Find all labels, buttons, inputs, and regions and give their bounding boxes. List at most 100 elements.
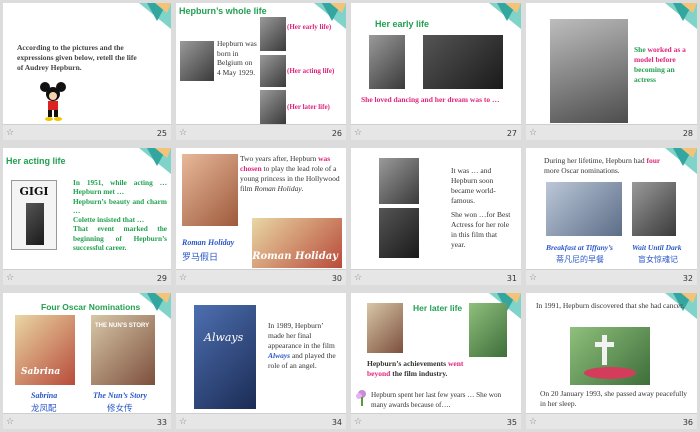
flower-icon xyxy=(355,389,369,407)
slide-number: 31 xyxy=(506,274,517,283)
text-post: more Oscar nominations. xyxy=(544,166,620,175)
text-pre: Hepburn’s achievements xyxy=(367,359,448,368)
caption-1-en: Breakfast at Tiffany’s xyxy=(546,243,613,252)
model-photo xyxy=(550,19,628,123)
slide-thumbnail-28[interactable]: She worked as a model before becoming an… xyxy=(526,3,697,140)
slide-footer: ☆ 26 xyxy=(176,124,346,140)
slide-footer: ☆ 35 xyxy=(351,413,521,429)
corner-decoration xyxy=(487,3,521,29)
film-title: Roman Holiday xyxy=(254,184,302,193)
slide-number: 32 xyxy=(682,274,693,283)
star-icon[interactable]: ☆ xyxy=(6,417,14,427)
slide-footer: ☆ 25 xyxy=(3,124,171,140)
text-end: . xyxy=(301,184,304,193)
slide-footer: ☆ 31 xyxy=(351,269,521,285)
caption-1-cn: 蒂凡尼的早餐 xyxy=(556,255,604,264)
poster-title: Roman Holiday xyxy=(252,251,338,262)
portrait-photo xyxy=(180,41,214,81)
slide-text: Two years after, Hepburn was chosen to p… xyxy=(240,154,342,194)
slide-thumbnail-27[interactable]: Her early life She loved dancing and her… xyxy=(351,3,521,140)
slide-thumbnail-26[interactable]: Hepburn’s whole life Hepburn was born in… xyxy=(176,3,346,140)
princess-photo xyxy=(182,154,238,226)
star-icon[interactable]: ☆ xyxy=(529,273,537,283)
text-highlight: four xyxy=(646,156,661,165)
slide-thumbnail-34[interactable]: Always In 1989, Hepburn’ made her final … xyxy=(176,293,346,429)
slide-thumbnail-25[interactable]: According to the pictures and the expres… xyxy=(3,3,171,140)
film-title: Always xyxy=(268,351,291,360)
star-icon[interactable]: ☆ xyxy=(179,128,187,138)
slide-thumbnail-31[interactable]: It was … and Hepburn soon became world-f… xyxy=(351,148,521,285)
label-early-life: (Her early life) xyxy=(287,23,332,31)
slide-text: According to the pictures and the expres… xyxy=(17,43,137,72)
slide-footer: ☆ 34 xyxy=(176,413,346,429)
star-icon[interactable]: ☆ xyxy=(6,273,14,283)
slide-thumbnail-36[interactable]: In 1991, Hepburn discovered that she had… xyxy=(526,293,697,429)
text-post: the film industry. xyxy=(390,369,448,378)
dance-class-photo xyxy=(423,35,503,89)
slide-number: 33 xyxy=(156,418,167,427)
caption-2-en: Wait Until Dark xyxy=(632,243,682,252)
slide-number: 28 xyxy=(682,129,693,138)
roman-holiday-poster: Roman Holiday xyxy=(252,218,342,268)
slide-thumbnail-33[interactable]: Four Oscar Nominations Sabrina THE NUN'S… xyxy=(3,293,171,429)
text-line-2: Hepburn’s beauty and charm … xyxy=(73,196,167,215)
caption-en: Roman Holiday xyxy=(182,238,235,247)
slide-title: Four Oscar Nominations xyxy=(41,302,141,312)
slide-footer: ☆ 36 xyxy=(526,413,697,429)
later-life-photo xyxy=(260,90,286,124)
slide-thumbnail-30[interactable]: Two years after, Hepburn was chosen to p… xyxy=(176,148,346,285)
poster-title: Sabrina xyxy=(21,367,61,377)
always-poster: Always xyxy=(194,305,256,409)
slide-thumbnail-29[interactable]: Her acting life GIGI In 1951, while acti… xyxy=(3,148,171,285)
slide-number: 30 xyxy=(331,274,342,283)
star-icon[interactable]: ☆ xyxy=(529,128,537,138)
tiffany-poster xyxy=(546,182,622,236)
slide-text-1: Hepburn’s achievements went beyond the f… xyxy=(367,359,487,379)
label-acting-life: (Her acting life) xyxy=(287,67,335,75)
slide-footer: ☆ 29 xyxy=(3,269,171,285)
slide-number: 34 xyxy=(331,418,342,427)
star-icon[interactable]: ☆ xyxy=(6,128,14,138)
slide-number: 27 xyxy=(506,129,517,138)
corner-decoration xyxy=(663,148,697,174)
slide-thumbnail-32[interactable]: During her lifetime, Hepburn had four mo… xyxy=(526,148,697,285)
star-icon[interactable]: ☆ xyxy=(179,273,187,283)
slide-title: Hepburn’s whole life xyxy=(179,6,267,16)
text-post: becoming an actress xyxy=(634,65,675,84)
text-2: She won …for Best Actress for her role i… xyxy=(451,210,511,249)
text-line-1: In 1951, while acting … Hepburn met … xyxy=(73,178,167,197)
text-1: It was … and Hepburn soon became world-f… xyxy=(451,166,496,205)
poster-title: Always xyxy=(204,331,244,344)
text-line-4: That event marked the beginning of Hepbu… xyxy=(73,224,167,253)
acting-photo xyxy=(260,55,286,87)
charity-photo-2 xyxy=(469,303,507,357)
slide-title: Her acting life xyxy=(6,156,66,166)
slide-number: 25 xyxy=(156,129,167,138)
slide-footer: ☆ 32 xyxy=(526,269,697,285)
award-photo-2 xyxy=(379,208,419,258)
star-icon[interactable]: ☆ xyxy=(179,417,187,427)
slide-footer: ☆ 28 xyxy=(526,124,697,140)
slide-footer: ☆ 30 xyxy=(176,269,346,285)
text-pre: Two years after, Hepburn xyxy=(240,154,319,163)
slide-number: 35 xyxy=(506,418,517,427)
star-icon[interactable]: ☆ xyxy=(354,273,362,283)
star-icon[interactable]: ☆ xyxy=(354,417,362,427)
gigi-logo: GIGI xyxy=(19,185,49,198)
text-pre: During her lifetime, Hepburn had xyxy=(544,156,647,165)
bio-text: Hepburn was born in Belgium on 4 May 192… xyxy=(217,39,257,77)
slide-thumbnail-35[interactable]: Her later life Hepburn’s achievements we… xyxy=(351,293,521,429)
cross-icon xyxy=(584,335,636,379)
poster-title: THE NUN'S STORY xyxy=(95,323,150,329)
slide-footer: ☆ 27 xyxy=(351,124,521,140)
star-icon[interactable]: ☆ xyxy=(529,417,537,427)
gigi-poster: GIGI xyxy=(11,180,57,250)
slide-footer: ☆ 33 xyxy=(3,413,171,429)
caption-2-cn: 盲女惊魂记 xyxy=(638,255,678,264)
star-icon[interactable]: ☆ xyxy=(354,128,362,138)
childhood-photo xyxy=(260,17,286,51)
caption-cn: 罗马假日 xyxy=(182,253,219,263)
text-line-3: Colette insisted that … xyxy=(73,215,145,225)
text-1: In 1991, Hepburn discovered that she had… xyxy=(536,301,685,310)
sabrina-poster: Sabrina xyxy=(15,315,75,385)
